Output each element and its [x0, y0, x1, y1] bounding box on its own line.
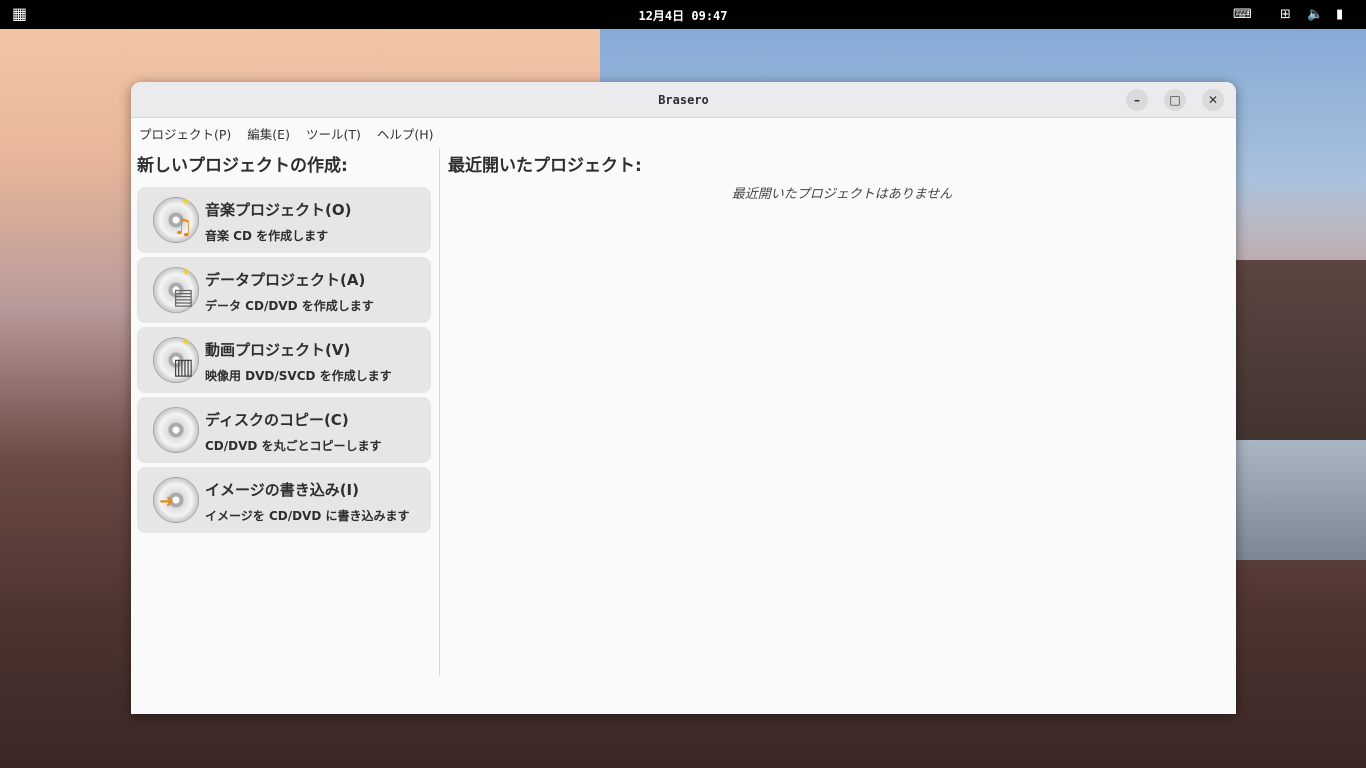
project-title: ディスクのコピー(C) [205, 411, 349, 429]
new-project-heading: 新しいプロジェクトの作成: [137, 156, 348, 176]
disc-copy-icon [153, 407, 199, 453]
project-description: 音楽 CD を作成します [205, 229, 329, 243]
project-title: 動画プロジェクト(V) [205, 341, 351, 359]
document-icon: ▤ [173, 285, 194, 310]
top-bar: ▦ 12月4日 09:47 ⌨ ⊞ 🔈 ▮ [0, 0, 1366, 29]
video-project-button[interactable]: ✦ ▥ 動画プロジェクト(V) 映像用 DVD/SVCD を作成します [137, 327, 431, 393]
project-description: CD/DVD を丸ごとコピーします [205, 439, 382, 453]
audio-project-button[interactable]: ✦ ♫ 音楽プロジェクト(O) 音楽 CD を作成します [137, 187, 431, 253]
volume-icon[interactable]: 🔈 [1307, 7, 1323, 22]
battery-icon[interactable]: ▮ [1336, 7, 1343, 22]
network-icon[interactable]: ⊞ [1280, 7, 1291, 22]
menu-tools[interactable]: ツール(T) [306, 124, 361, 143]
music-note-icon: ♫ [173, 215, 193, 240]
minimize-button[interactable]: – [1126, 89, 1148, 111]
burn-image-button[interactable]: ➜ イメージの書き込み(I) イメージを CD/DVD に書き込みます [137, 467, 431, 533]
project-description: イメージを CD/DVD に書き込みます [205, 509, 410, 523]
recent-projects-heading: 最近開いたプロジェクト: [448, 156, 642, 176]
clock[interactable]: 12月4日 09:47 [0, 7, 1366, 24]
brasero-window: Brasero – □ ✕ プロジェクト(P) 編集(E) ツール(T) ヘルプ… [131, 82, 1236, 714]
title-bar[interactable]: Brasero – □ ✕ [131, 82, 1236, 118]
arrow-icon: ➜ [159, 491, 175, 512]
project-title: 音楽プロジェクト(O) [205, 201, 352, 219]
menu-edit[interactable]: 編集(E) [247, 124, 290, 143]
menu-help[interactable]: ヘルプ(H) [377, 124, 434, 143]
keyboard-icon[interactable]: ⌨ [1233, 7, 1252, 22]
data-project-button[interactable]: ✦ ▤ データプロジェクト(A) データ CD/DVD を作成します [137, 257, 431, 323]
new-star-icon: ✦ [181, 195, 192, 209]
maximize-button[interactable]: □ [1164, 89, 1186, 111]
film-icon: ▥ [173, 355, 194, 380]
wallpaper-fog [1226, 440, 1366, 560]
project-description: 映像用 DVD/SVCD を作成します [205, 369, 392, 383]
new-star-icon: ✦ [181, 335, 192, 349]
project-title: データプロジェクト(A) [205, 271, 366, 289]
panel-divider [439, 148, 440, 676]
disc-copy-button[interactable]: ディスクのコピー(C) CD/DVD を丸ごとコピーします [137, 397, 431, 463]
close-button[interactable]: ✕ [1202, 89, 1224, 111]
project-title: イメージの書き込み(I) [205, 481, 359, 499]
menu-project[interactable]: プロジェクト(P) [139, 124, 231, 143]
new-star-icon: ✦ [181, 265, 192, 279]
menu-bar: プロジェクト(P) 編集(E) ツール(T) ヘルプ(H) [139, 124, 434, 143]
project-description: データ CD/DVD を作成します [205, 299, 374, 313]
no-recent-projects-text: 最近開いたプロジェクトはありません [731, 187, 953, 202]
window-title: Brasero [658, 93, 709, 107]
wallpaper-mountain [1226, 260, 1366, 460]
